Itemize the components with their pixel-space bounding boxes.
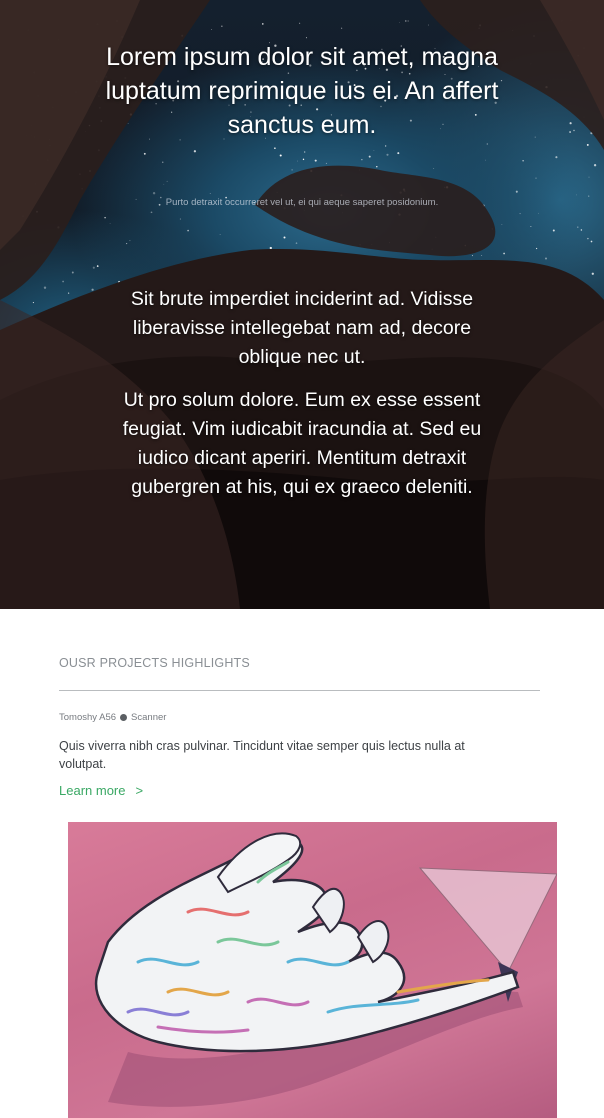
star (187, 229, 189, 232)
star (552, 229, 555, 232)
star (305, 37, 308, 39)
star (399, 22, 400, 23)
star (295, 242, 298, 244)
star (503, 252, 505, 255)
star (501, 223, 503, 225)
star (296, 160, 298, 162)
star (397, 152, 400, 155)
star (433, 167, 435, 170)
star (302, 158, 305, 161)
star (587, 237, 589, 240)
star (279, 154, 282, 157)
star (577, 226, 579, 228)
star (522, 160, 524, 162)
star (593, 164, 597, 167)
star (588, 176, 590, 178)
star (92, 266, 95, 269)
star (519, 213, 521, 215)
star (104, 216, 106, 219)
star (471, 255, 473, 257)
hero-subtitle: Purto detraxit occurreret vel ut, ei qui… (165, 197, 439, 208)
star (209, 193, 211, 194)
star (269, 246, 272, 250)
star (538, 212, 539, 214)
learn-more-link[interactable]: Learn more > (59, 783, 143, 798)
star (193, 150, 197, 153)
star (368, 155, 371, 158)
star (586, 143, 589, 146)
star (150, 211, 153, 214)
project-image (68, 822, 557, 1118)
star (291, 169, 293, 171)
star (386, 153, 389, 156)
star (219, 234, 221, 235)
project-meta: Tomoshy A56 Scanner (59, 712, 166, 723)
star (341, 27, 343, 29)
star (274, 147, 276, 149)
star (96, 265, 99, 267)
star (304, 151, 306, 153)
project-author: Tomoshy A56 (59, 712, 117, 723)
star (299, 22, 301, 24)
star (385, 145, 387, 147)
star (211, 29, 213, 30)
section-divider (59, 690, 540, 691)
star (166, 180, 168, 182)
star (143, 152, 146, 155)
star (314, 159, 317, 162)
star (486, 143, 488, 145)
star (407, 20, 409, 22)
star (62, 280, 64, 283)
star (71, 271, 74, 274)
star (576, 194, 577, 196)
star (428, 24, 430, 26)
star (221, 25, 223, 27)
star (535, 177, 537, 179)
star (162, 161, 164, 163)
star (109, 223, 111, 224)
hero-paragraph-2: Ut pro solum dolore. Eum ex esse essent … (122, 389, 482, 498)
star (261, 23, 264, 25)
hero-paragraph-1: Sit brute imperdiet inciderint ad. Vidis… (130, 288, 474, 368)
learn-more-label: Learn more (59, 783, 126, 798)
star (376, 165, 378, 168)
star (361, 159, 363, 161)
star (530, 226, 532, 228)
star (481, 255, 483, 256)
hand-mural-illustration (94, 832, 557, 1107)
star (590, 240, 593, 243)
star (283, 236, 286, 239)
star (163, 183, 165, 185)
star (485, 159, 486, 161)
project-category: Scanner (131, 712, 167, 723)
hero-section: Lorem ipsum dolor sit amet, magna luptat… (0, 0, 604, 609)
star (535, 247, 538, 250)
star (152, 192, 156, 195)
star (555, 156, 558, 159)
star (325, 162, 327, 164)
project-description: Quis viverra nibh cras pulvinar. Tincidu… (59, 739, 465, 771)
star (591, 272, 594, 275)
hero-title: Lorem ipsum dolor sit amet, magna luptat… (105, 43, 499, 139)
star (179, 218, 181, 220)
chevron-right-icon: > (135, 783, 144, 798)
star (545, 257, 547, 260)
star (126, 243, 128, 245)
star (580, 229, 583, 231)
section-title: OUSR PROJECTS HIGHLIGHTS (59, 656, 250, 670)
star (515, 190, 518, 193)
star (373, 150, 375, 151)
star (405, 20, 407, 22)
separator-dot-icon (120, 714, 128, 721)
star (129, 240, 131, 242)
